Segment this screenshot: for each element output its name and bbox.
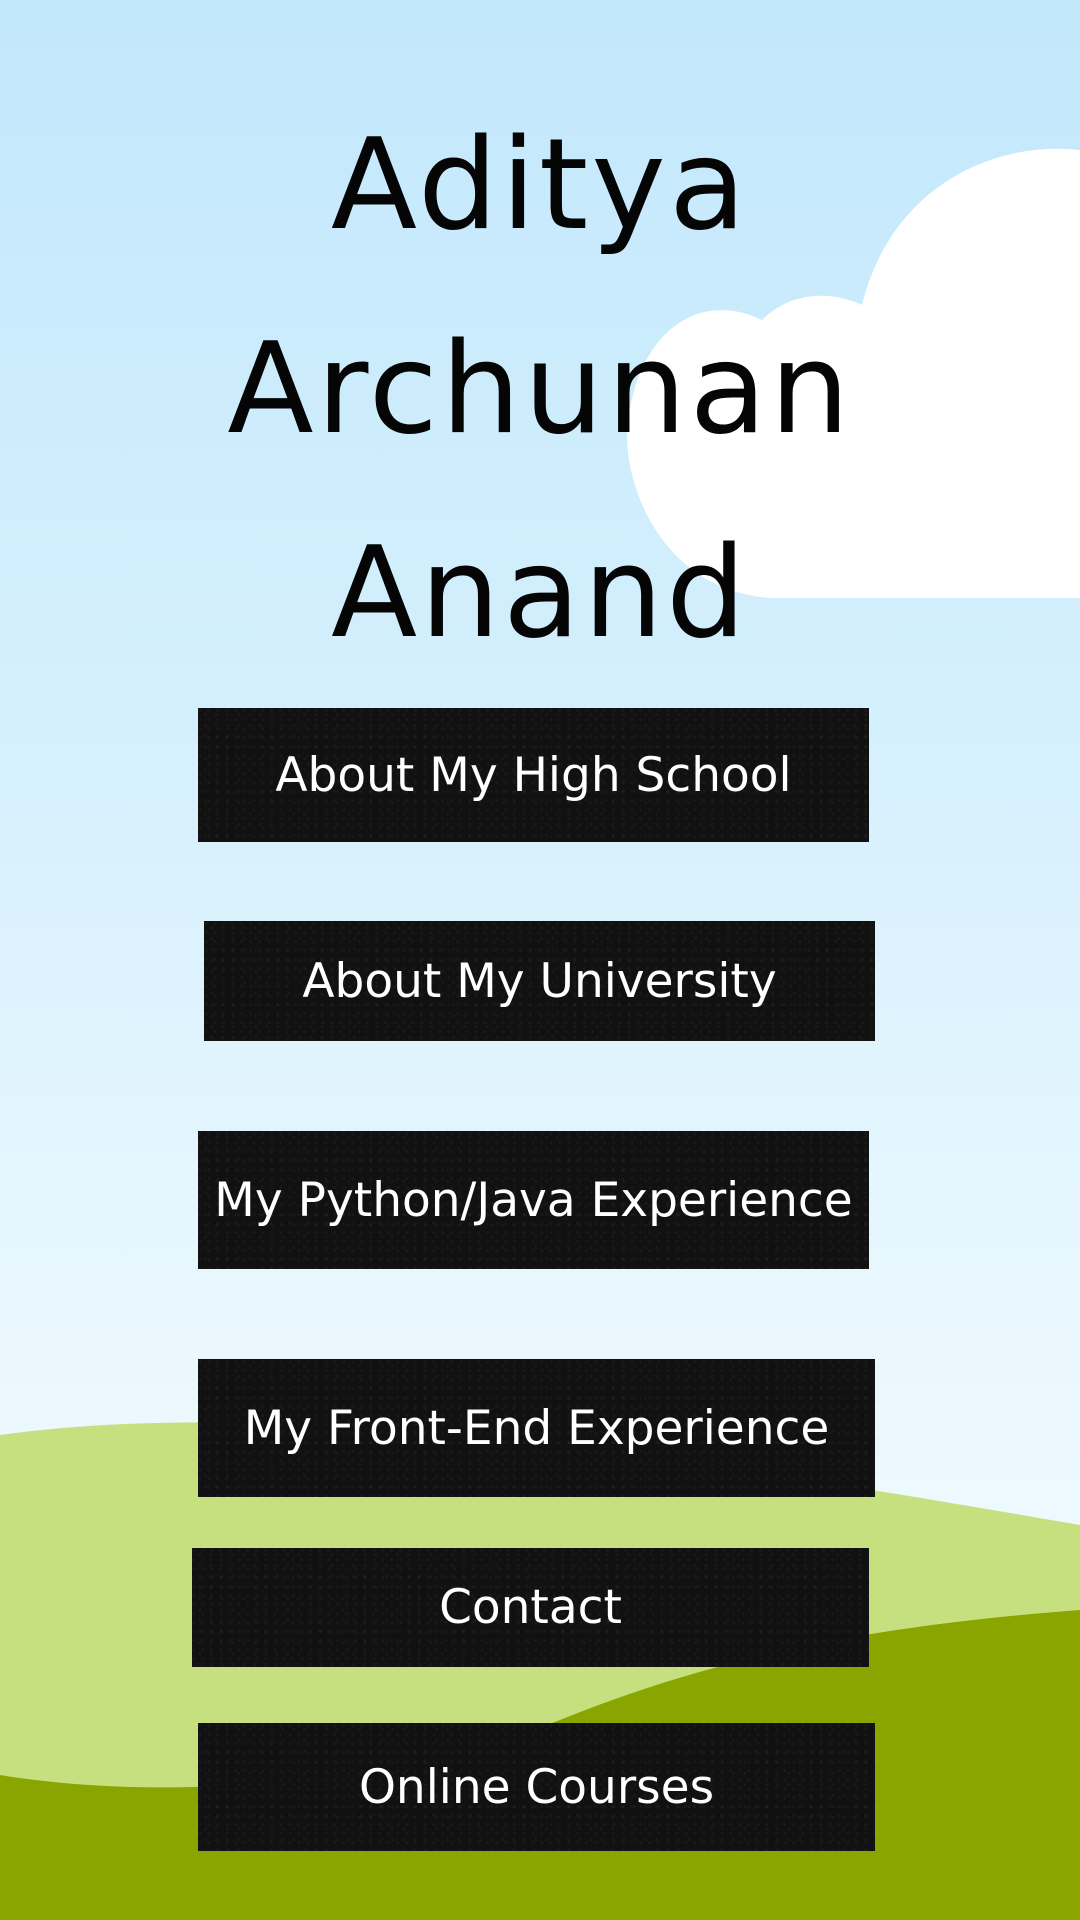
about-university-button[interactable]: About My University	[204, 921, 875, 1041]
name-line-middle: Archunan	[227, 315, 853, 462]
name-line-first: Aditya	[330, 111, 750, 258]
front-end-experience-button[interactable]: My Front-End Experience	[198, 1359, 875, 1497]
about-high-school-button[interactable]: About My High School	[198, 708, 869, 842]
name-line-last: Anand	[330, 519, 750, 666]
contact-button[interactable]: Contact	[192, 1548, 869, 1667]
online-courses-button[interactable]: Online Courses	[198, 1723, 875, 1851]
python-java-experience-button[interactable]: My Python/Java Experience	[198, 1131, 869, 1269]
